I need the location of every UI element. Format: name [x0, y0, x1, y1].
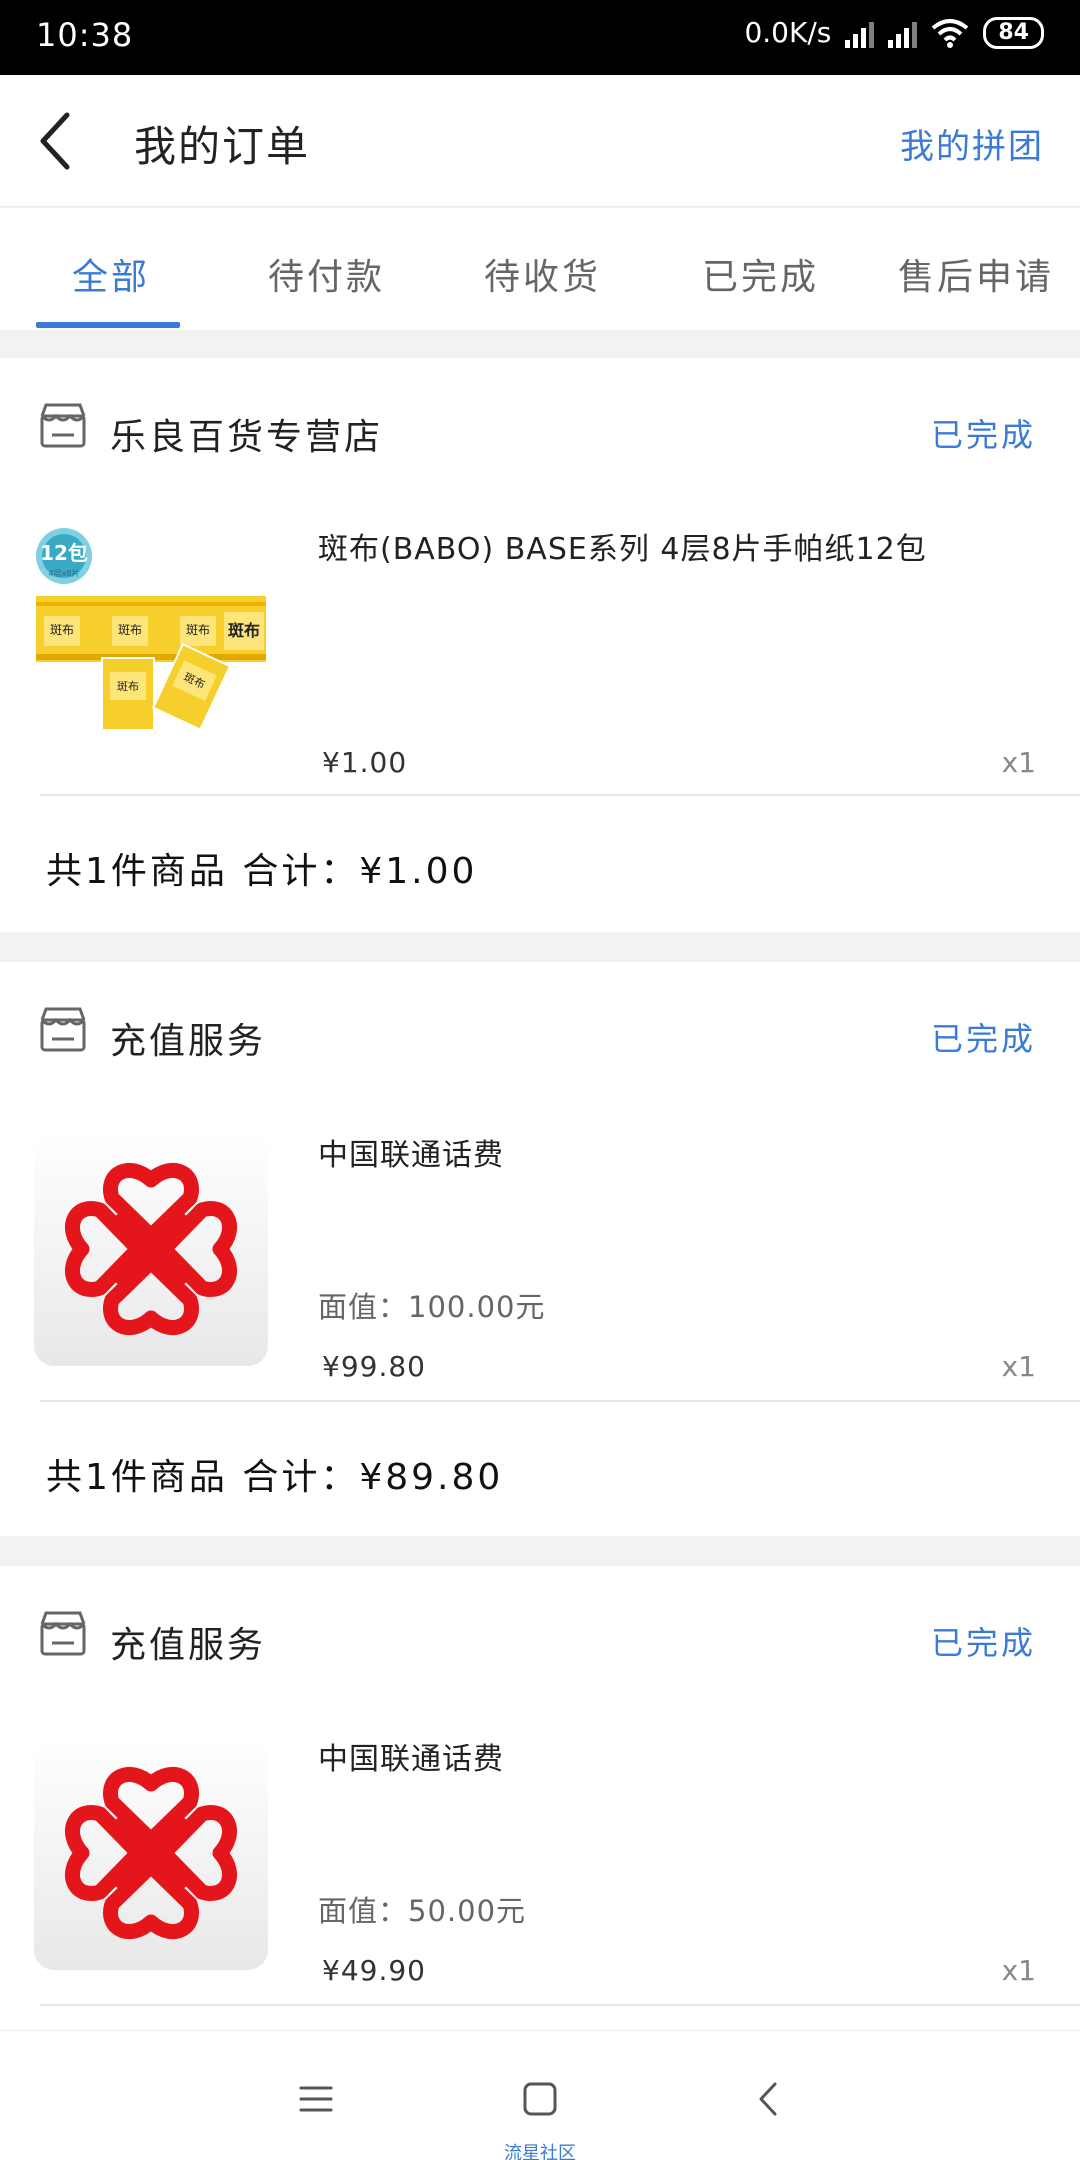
tissue-pack-image: 12包 4层x8片 斑布 斑布 斑布 斑布 斑布 斑布 [34, 526, 268, 760]
shop-name[interactable]: 乐良百货专营店 [110, 408, 383, 460]
product-name[interactable]: 中国联通话费 [318, 1734, 504, 1778]
china-unicom-logo-icon [65, 1767, 237, 1939]
tab-pending-payment[interactable]: 待付款 [268, 248, 385, 300]
order-card[interactable]: 充值服务 已完成 中国联通话费 面值：100.00元 ¥99.80 x1 共1件… [0, 962, 1080, 1536]
order-status: 已完成 [930, 1624, 1036, 1662]
chevron-left-icon [40, 112, 70, 170]
active-tab-indicator [36, 322, 180, 328]
product-image[interactable]: 12包 4层x8片 斑布 斑布 斑布 斑布 斑布 斑布 [34, 526, 268, 760]
watermark-caption: 流星社区 [504, 2143, 576, 2160]
pack-brand: 斑布 [117, 680, 139, 693]
battery-indicator: 84 [983, 16, 1044, 49]
product-image[interactable] [34, 1132, 268, 1366]
pack-brand: 斑布 [50, 623, 74, 637]
order-summary: 共1件商品 合计：¥1.00 [46, 851, 478, 892]
shop-name[interactable]: 充值服务 [110, 1012, 266, 1064]
system-navigation-bar: 流星社区 [0, 2030, 1080, 2160]
back-button[interactable] [20, 105, 90, 177]
store-icon [40, 1007, 86, 1052]
product-quantity: x1 [1001, 1954, 1036, 1987]
order-status: 已完成 [930, 1020, 1036, 1058]
product-spec: 面值：50.00元 [318, 1894, 527, 1928]
divider [40, 2004, 1080, 2006]
divider [40, 1400, 1080, 1402]
store-icon [40, 403, 86, 448]
chevron-left-icon [759, 2082, 777, 2116]
status-time: 10:38 [36, 16, 134, 54]
menu-icon [299, 2086, 333, 2112]
page-title: 我的订单 [134, 122, 311, 171]
pack-brand: 斑布 [186, 623, 210, 637]
signal-icon [845, 18, 875, 48]
product-price: ¥1.00 [322, 746, 408, 779]
store-icon [40, 1611, 86, 1656]
back-nav-button[interactable] [738, 2069, 798, 2129]
product-image[interactable] [34, 1736, 268, 1970]
product-price: ¥99.80 [322, 1350, 426, 1383]
pack-brand: 斑布 [118, 623, 142, 637]
product-price: ¥49.90 [322, 1954, 426, 1987]
pack-count-badge: 12包 [40, 541, 88, 565]
product-quantity: x1 [1001, 746, 1036, 779]
product-quantity: x1 [1001, 1350, 1036, 1383]
status-bar: 10:38 0.0K/s 84 [0, 0, 1080, 75]
network-speed: 0.0K/s [744, 16, 832, 49]
shop-name[interactable]: 充值服务 [110, 1616, 266, 1668]
tab-after-sales[interactable]: 售后申请 [898, 248, 1054, 300]
pack-brand: 斑布 [228, 621, 260, 640]
china-unicom-logo-icon [65, 1163, 237, 1335]
signal-icon-2 [888, 18, 918, 48]
menu-button[interactable] [286, 2069, 346, 2129]
divider [40, 794, 1080, 796]
tab-completed[interactable]: 已完成 [702, 248, 819, 300]
tab-all[interactable]: 全部 [72, 248, 150, 300]
product-name[interactable]: 中国联通话费 [318, 1130, 504, 1174]
my-group-buy-link[interactable]: 我的拼团 [900, 119, 1044, 168]
home-button[interactable] [510, 2069, 570, 2129]
wifi-icon [932, 18, 969, 48]
status-icons: 0.0K/s 84 [744, 16, 1044, 49]
header: 我的订单 我的拼团 [0, 75, 1080, 207]
square-icon [523, 2082, 557, 2116]
order-summary: 共1件商品 合计：¥89.80 [46, 1457, 504, 1498]
order-tabs: 全部 待付款 待收货 已完成 售后申请 [0, 208, 1080, 330]
tab-pending-receipt[interactable]: 待收货 [484, 248, 601, 300]
product-name[interactable]: 斑布(BABO) BASE系列 4层8片手帕纸12包 [318, 524, 927, 568]
order-status: 已完成 [930, 416, 1036, 454]
product-spec: 面值：100.00元 [318, 1290, 546, 1324]
pack-size-label: 4层x8片 [49, 568, 80, 578]
order-card[interactable]: 充值服务 已完成 中国联通话费 面值：50.00元 ¥49.90 x1 [0, 1566, 1080, 2030]
order-card[interactable]: 乐良百货专营店 已完成 12包 4层x8片 斑布 斑布 斑布 斑布 斑布 斑布 … [0, 358, 1080, 932]
